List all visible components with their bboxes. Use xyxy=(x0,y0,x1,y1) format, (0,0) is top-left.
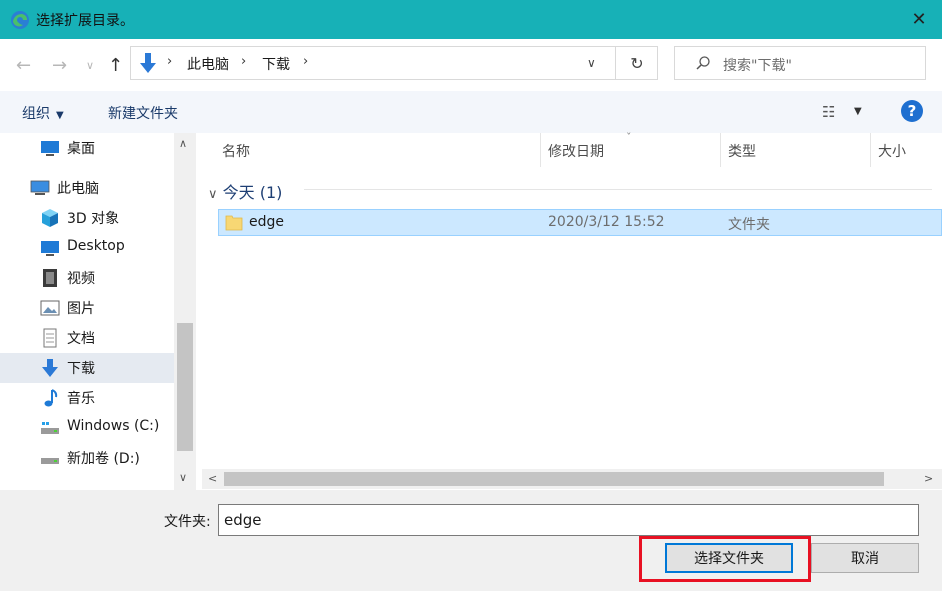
search-placeholder: 搜索"下载" xyxy=(723,58,792,74)
video-icon xyxy=(43,269,57,287)
table-row[interactable]: edge 2020/3/12 15:52 文件夹 xyxy=(218,209,942,236)
sidebar-item-label: 新加卷 (D:) xyxy=(67,451,140,467)
search-icon xyxy=(696,56,710,70)
picture-icon xyxy=(40,300,60,316)
organize-menu[interactable]: 组织 ▼ xyxy=(22,103,64,123)
organize-label: 组织 xyxy=(22,106,50,122)
recent-locations-chevron-icon[interactable]: ∨ xyxy=(86,59,94,72)
group-header-today[interactable]: ∨ 今天 (1) xyxy=(208,179,282,203)
sidebar-item-label: Windows (C:) xyxy=(67,418,160,434)
sidebar-item-label: 此电脑 xyxy=(57,181,99,197)
sidebar-item-desktop[interactable]: 桌面 xyxy=(0,133,174,163)
folder-field-label: 文件夹: xyxy=(164,514,211,530)
refresh-icon[interactable]: ↻ xyxy=(615,47,658,79)
column-header-name[interactable]: 名称 xyxy=(222,141,250,161)
view-caret-down-icon[interactable]: ▼ xyxy=(854,106,862,117)
scrollbar-thumb[interactable] xyxy=(177,323,193,451)
download-icon xyxy=(42,359,58,377)
sidebar-item-3d-objects[interactable]: 3D 对象 xyxy=(0,203,174,233)
close-icon[interactable]: ✕ xyxy=(896,0,942,39)
navigation-pane: 桌面 此电脑 3D 对象 Desktop 视频 图片 文档 下载 音乐 Wind… xyxy=(0,133,196,490)
breadcrumb-separator[interactable]: › xyxy=(303,54,308,69)
back-arrow-icon[interactable]: ← xyxy=(16,55,31,76)
sidebar-item-label: 音乐 xyxy=(67,391,95,407)
breadcrumb-this-pc[interactable]: 此电脑 xyxy=(187,54,229,74)
sidebar-item-videos[interactable]: 视频 xyxy=(0,263,174,293)
breadcrumb-separator[interactable]: › xyxy=(167,54,172,69)
scroll-left-icon[interactable]: < xyxy=(208,472,217,485)
column-header-date[interactable]: 修改日期 xyxy=(548,141,604,161)
sidebar-item-drive-d[interactable]: 新加卷 (D:) xyxy=(0,443,174,473)
drive-icon xyxy=(41,458,59,464)
scrollbar-thumb[interactable] xyxy=(224,472,884,486)
sidebar-item-label: 3D 对象 xyxy=(67,211,120,227)
scroll-down-icon[interactable]: ∨ xyxy=(179,471,187,484)
music-icon xyxy=(44,389,58,407)
sidebar-item-pictures[interactable]: 图片 xyxy=(0,293,174,323)
sidebar-item-label: 图片 xyxy=(67,301,95,317)
sidebar-item-label: 下载 xyxy=(67,361,95,377)
drive-icon xyxy=(41,422,59,434)
folder-name-input[interactable] xyxy=(218,504,919,536)
group-divider xyxy=(304,189,932,190)
help-icon[interactable]: ? xyxy=(901,100,923,122)
sidebar-item-label: 桌面 xyxy=(67,141,95,157)
navigation-bar: ← → ∨ ↑ › 此电脑 › 下载 › ∨ ↻ 搜索"下载" xyxy=(0,39,942,91)
sidebar-item-label: 视频 xyxy=(67,271,95,287)
sort-indicator-icon: ˇ xyxy=(626,131,632,144)
address-bar[interactable]: › 此电脑 › 下载 › ∨ ↻ xyxy=(130,46,658,80)
scroll-up-icon[interactable]: ∧ xyxy=(179,137,187,150)
breadcrumb-separator[interactable]: › xyxy=(241,54,246,69)
horizontal-scrollbar[interactable]: < > xyxy=(202,469,942,489)
desktop-icon xyxy=(41,141,59,156)
column-divider[interactable] xyxy=(720,133,721,167)
sidebar-item-label: 文档 xyxy=(67,331,95,347)
address-dropdown-chevron-icon[interactable]: ∨ xyxy=(587,56,596,70)
computer-icon xyxy=(30,180,50,195)
sidebar-item-desktop-folder[interactable]: Desktop xyxy=(0,233,174,263)
column-divider[interactable] xyxy=(540,133,541,167)
sidebar-item-music[interactable]: 音乐 xyxy=(0,383,174,413)
sidebar-item-label: Desktop xyxy=(67,238,125,254)
sidebar-item-this-pc[interactable]: 此电脑 xyxy=(0,173,174,203)
title-bar: 选择扩展目录。 ✕ xyxy=(0,0,942,39)
breadcrumb-downloads[interactable]: 下载 xyxy=(262,54,290,74)
caret-down-icon: ▼ xyxy=(56,110,64,121)
document-icon xyxy=(43,328,57,348)
file-type: 文件夹 xyxy=(728,217,770,233)
folder-icon xyxy=(225,215,243,231)
file-date: 2020/3/12 15:52 xyxy=(548,214,665,230)
column-header-type[interactable]: 类型 xyxy=(728,141,756,161)
window-title: 选择扩展目录。 xyxy=(36,13,134,29)
scroll-right-icon[interactable]: > xyxy=(924,472,933,485)
column-header-size[interactable]: 大小 xyxy=(878,141,906,161)
file-list-pane: 名称 ˇ 修改日期 类型 大小 ∨ 今天 (1) edge 2020/3/12 … xyxy=(196,131,942,490)
desktop-icon xyxy=(41,241,59,256)
group-collapse-icon: ∨ xyxy=(208,187,218,202)
new-folder-button[interactable]: 新建文件夹 xyxy=(108,103,178,123)
forward-arrow-icon[interactable]: → xyxy=(52,55,67,76)
highlight-box xyxy=(639,536,811,582)
download-arrow-icon xyxy=(140,53,156,73)
file-name: edge xyxy=(249,214,284,230)
sidebar-item-documents[interactable]: 文档 xyxy=(0,323,174,353)
search-box[interactable]: 搜索"下载" xyxy=(674,46,926,80)
group-label: 今天 (1) xyxy=(222,183,283,202)
sidebar-item-drive-c[interactable]: Windows (C:) xyxy=(0,413,174,443)
edge-app-icon xyxy=(11,11,29,29)
toolbar: 组织 ▼ 新建文件夹 ☷ ▼ ? xyxy=(0,91,942,133)
column-divider[interactable] xyxy=(870,133,871,167)
cube-icon xyxy=(42,209,58,227)
sidebar-item-downloads[interactable]: 下载 xyxy=(0,353,174,383)
up-arrow-icon[interactable]: ↑ xyxy=(108,55,123,76)
cancel-button[interactable]: 取消 xyxy=(811,543,919,573)
sidebar-scrollbar[interactable]: ∧ ∨ xyxy=(174,133,196,490)
view-options-icon[interactable]: ☷ xyxy=(822,103,835,121)
